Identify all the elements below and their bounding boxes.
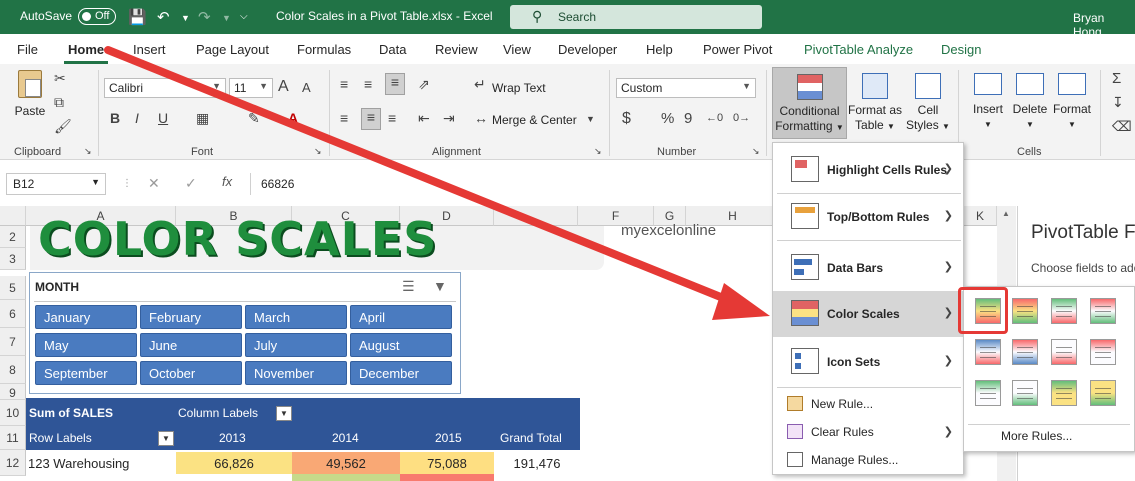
arrow-shaft (104, 46, 742, 308)
arrow-head (712, 283, 770, 320)
annotation-arrow (104, 46, 770, 320)
